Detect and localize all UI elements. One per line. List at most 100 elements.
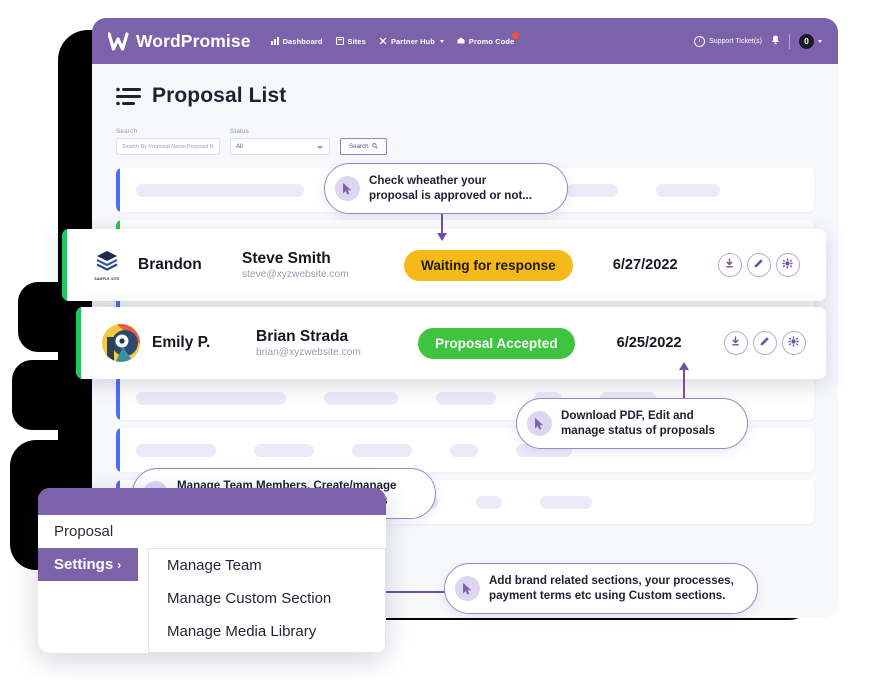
search-field-group: Search xyxy=(116,128,220,155)
nav-item-promo-code[interactable]: Promo Code xyxy=(457,31,520,46)
site-logo: SAMPLE SITE xyxy=(84,249,130,281)
edit-button[interactable] xyxy=(746,253,771,277)
submenu-item-manage-custom-section[interactable]: Manage Custom Section xyxy=(149,582,385,615)
search-button[interactable]: Search xyxy=(340,138,387,155)
skeleton-placeholder xyxy=(436,391,496,405)
tooltip-text: Download PDF, Edit and manage status of … xyxy=(561,409,715,438)
screenshot-root: WordPromise Dashboard Sites Partner Hub … xyxy=(0,0,876,680)
support-ticket-link[interactable]: i Support Ticket(s) xyxy=(694,35,762,47)
promo-code-icon xyxy=(457,37,465,45)
promo-badge-dot xyxy=(512,31,520,39)
submenu-item-manage-media-library[interactable]: Manage Media Library xyxy=(149,615,385,648)
client-email: steve@xyzwebsite.com xyxy=(242,268,349,280)
download-button[interactable] xyxy=(723,331,748,355)
settings-menu: Proposal Settings › xyxy=(38,515,138,653)
site-logo-caption: SAMPLE SITE xyxy=(94,276,120,281)
row-actions xyxy=(717,253,800,277)
status-label: Status xyxy=(230,128,250,135)
skeleton-placeholder xyxy=(136,183,304,197)
client-avatar xyxy=(98,323,144,363)
row-status-edge xyxy=(116,428,120,472)
nav-item-dashboard[interactable]: Dashboard xyxy=(270,36,323,46)
cursor-icon xyxy=(527,410,552,436)
nav-right-group: i Support Ticket(s) 0 xyxy=(694,32,822,50)
nav-item-partner-hub[interactable]: Partner Hub xyxy=(379,37,444,46)
chevron-down-icon xyxy=(317,146,323,149)
callout-tooltip: Check wheather your proposal is approved… xyxy=(324,163,568,214)
download-icon xyxy=(730,334,741,352)
download-button[interactable] xyxy=(717,253,742,277)
proposal-owner: Emily P. xyxy=(152,334,211,351)
nav-item-sites[interactable]: Sites xyxy=(335,36,366,46)
page-title: Proposal List xyxy=(152,84,287,107)
bell-icon[interactable] xyxy=(771,32,780,50)
nav-divider xyxy=(789,33,790,49)
search-button-label: Search xyxy=(349,143,369,150)
settings-button[interactable] xyxy=(775,253,800,277)
edit-icon xyxy=(753,256,764,274)
skeleton-placeholder xyxy=(136,443,216,457)
chevron-right-icon: › xyxy=(117,557,122,572)
skeleton-placeholder xyxy=(352,443,412,457)
user-avatar-menu[interactable]: 0 xyxy=(799,33,822,49)
search-icon xyxy=(371,142,378,151)
status-badge[interactable]: Proposal Accepted xyxy=(418,327,575,359)
partner-hub-icon xyxy=(379,37,387,45)
nav-item-label: Promo Code xyxy=(468,36,515,46)
cursor-icon xyxy=(455,575,480,601)
skeleton-placeholder xyxy=(254,443,314,457)
row-status-edge xyxy=(76,307,81,379)
nav-item-label: Partner Hub xyxy=(390,36,435,46)
edit-button[interactable] xyxy=(752,331,777,355)
menu-item-proposal[interactable]: Proposal xyxy=(38,515,138,548)
cursor-icon xyxy=(335,175,360,201)
brand-logo[interactable]: WordPromise xyxy=(107,30,251,52)
download-icon xyxy=(724,256,735,274)
gear-icon xyxy=(788,334,799,352)
wordpromise-logo-icon xyxy=(107,31,129,51)
callout-arrow-head xyxy=(437,233,447,241)
search-label: Search xyxy=(116,128,138,135)
search-input[interactable] xyxy=(116,138,220,155)
client-name: Brian Strada xyxy=(256,328,349,346)
skeleton-placeholder xyxy=(566,183,618,197)
skeleton-placeholder xyxy=(540,495,592,509)
avatar: 0 xyxy=(799,33,814,49)
edit-icon xyxy=(759,334,770,352)
submenu-item-label: Manage Media Library xyxy=(167,623,317,640)
chevron-down-icon xyxy=(439,39,444,43)
skeleton-placeholder xyxy=(476,495,502,509)
page-header: Proposal List xyxy=(116,84,814,108)
proposal-date: 6/25/2022 xyxy=(616,335,682,351)
support-ticket-label: Support Ticket(s) xyxy=(709,37,762,45)
row-status-edge xyxy=(116,168,120,212)
client-name: Steve Smith xyxy=(242,250,331,268)
status-badge[interactable]: Waiting for response xyxy=(404,249,573,281)
status-selected-value: All xyxy=(236,143,243,150)
submenu-item-label: Manage Team xyxy=(167,557,262,574)
menu-item-label: Proposal xyxy=(54,523,114,540)
menu-item-label: Settings xyxy=(54,556,114,573)
gear-icon xyxy=(782,256,793,274)
brand-name: WordPromise xyxy=(136,30,251,51)
nav-item-label: Dashboard xyxy=(282,36,323,46)
proposal-owner: Brandon xyxy=(138,256,202,273)
settings-button[interactable] xyxy=(781,331,806,355)
proposal-row-featured[interactable]: Emily P. Brian Strada brian@xyzwebsite.c… xyxy=(76,307,826,379)
info-icon: i xyxy=(694,35,706,47)
sites-icon xyxy=(335,37,344,45)
callout-tooltip: Add brand related sections, your process… xyxy=(444,563,758,614)
client-email: brian@xyzwebsite.com xyxy=(256,346,361,358)
tooltip-text: Check wheather your proposal is approved… xyxy=(369,174,532,203)
status-select[interactable]: All xyxy=(230,138,330,155)
list-icon xyxy=(116,87,141,106)
nav-links: Dashboard Sites Partner Hub Promo Code xyxy=(270,31,520,46)
nav-item-label: Sites xyxy=(347,36,366,46)
chevron-down-icon xyxy=(818,39,822,43)
submenu-item-manage-team[interactable]: Manage Team xyxy=(149,549,385,582)
submenu-item-label: Manage Custom Section xyxy=(167,590,332,607)
filter-bar: Search Status All Search xyxy=(116,128,814,155)
top-navigation-bar: WordPromise Dashboard Sites Partner Hub … xyxy=(92,18,838,64)
settings-panel-body: Proposal Settings › Manage Team Manage C… xyxy=(38,515,386,653)
menu-item-settings[interactable]: Settings › xyxy=(38,548,138,581)
